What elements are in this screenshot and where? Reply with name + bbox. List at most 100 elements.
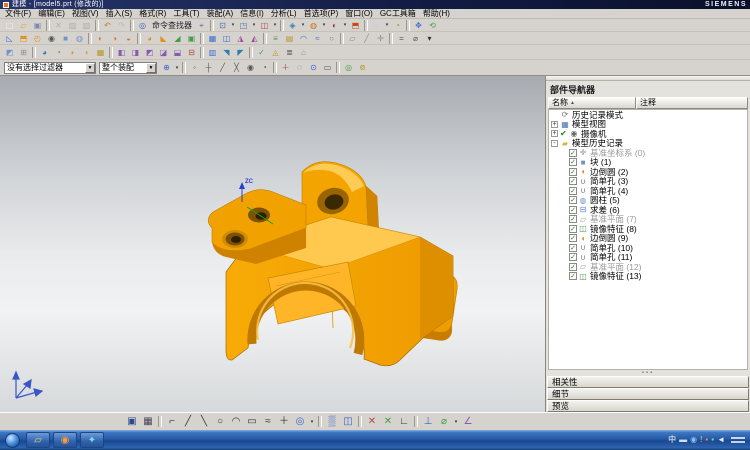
shell-icon[interactable]: ▣ [185, 33, 198, 44]
true-shading-icon[interactable]: ▣ [370, 20, 383, 31]
feature-checkbox[interactable]: ✓ [569, 244, 577, 252]
copy-icon[interactable]: ▨ [66, 20, 79, 31]
pattern-feature-icon[interactable]: ▦ [206, 33, 219, 44]
delete-face-icon[interactable]: ⊟ [185, 47, 198, 58]
geometric-constraints-icon[interactable]: ⊥ [421, 415, 435, 429]
feature-checkbox[interactable]: ✓ [569, 168, 577, 176]
revolve-icon[interactable]: ◴ [31, 33, 44, 44]
offset-surface-icon[interactable]: ≡ [269, 33, 282, 44]
tree-item-simple-hole-3[interactable]: ✓∪简单孔 (3) [549, 177, 747, 187]
rendering-style-dropdown[interactable]: ▾ [321, 22, 327, 28]
feature-checkbox[interactable]: ✓ [569, 177, 577, 185]
quick-extend-icon[interactable]: ✕ [381, 415, 395, 429]
model-3d[interactable] [0, 76, 546, 412]
feature-checkbox[interactable]: ✓ [569, 149, 577, 157]
expand-icon[interactable]: + [551, 130, 558, 137]
taskbar-clock[interactable] [731, 437, 745, 443]
window-dropdown[interactable]: ▾ [230, 22, 236, 28]
offset-curve-icon[interactable]: ◎ [293, 415, 307, 429]
through-curves-icon[interactable]: ◠ [297, 33, 310, 44]
feature-checkbox[interactable]: ✓ [569, 225, 577, 233]
measure-icon[interactable]: ⌀ [409, 33, 422, 44]
replace-face-icon[interactable]: ◪ [157, 47, 170, 58]
tree-item-datum-plane-12[interactable]: ✓▱基准平面 (12) [549, 262, 747, 272]
fit-view-icon[interactable]: ⬒ [349, 20, 362, 31]
menu-item-7[interactable]: 信息(I) [240, 8, 264, 19]
auto-dimension-dropdown[interactable]: ▾ [453, 419, 459, 425]
more-features-icon[interactable]: ▾ [423, 33, 436, 44]
deviation-gauge-icon[interactable]: ◥ [220, 47, 233, 58]
point-icon[interactable]: ＋ [277, 415, 291, 429]
collapse-icon[interactable]: - [551, 140, 558, 147]
arc-center-snap-icon[interactable]: ◉ [244, 62, 257, 73]
section-dependencies[interactable]: 相关性 [547, 376, 749, 388]
synchronous-move-face-icon[interactable]: ◧ [115, 47, 128, 58]
menu-item-1[interactable]: 编辑(E) [38, 8, 65, 19]
menu-item-4[interactable]: 格式(R) [139, 8, 166, 19]
tree-item-simple-hole-11[interactable]: ✓∪简单孔 (11) [549, 253, 747, 263]
chamfer-icon[interactable]: ◣ [157, 33, 170, 44]
tree-item-cylinder-5[interactable]: ✓◍圆柱 (5) [549, 196, 747, 206]
examine-geometry-icon[interactable]: ◬ [269, 47, 282, 58]
cylinder-icon[interactable]: ◍ [73, 33, 86, 44]
boolean-intersect-icon[interactable]: ◒ [122, 33, 135, 44]
snap-point-toggle-icon[interactable]: ⊕ [160, 62, 173, 73]
display-part-dropdown[interactable]: ▾ [251, 22, 257, 28]
mid-point-snap-icon[interactable]: ┼ [202, 62, 215, 73]
snap-point-toggle-dropdown[interactable]: ▾ [174, 65, 180, 71]
sketch-icon[interactable]: ◺ [3, 33, 16, 44]
show-constraints-icon[interactable]: ∠ [461, 415, 475, 429]
menu-item-11[interactable]: GC工具箱 [380, 8, 416, 19]
bounded-plane-snap-icon[interactable]: ▭ [321, 62, 334, 73]
column-header-comment[interactable]: 注释 [636, 97, 748, 109]
new-icon[interactable]: ▢ [3, 20, 16, 31]
section-preview[interactable]: 预览 [547, 400, 749, 412]
tree-item-edge-blend-2[interactable]: ✓◖边倒圆 (2) [549, 167, 747, 177]
line-icon[interactable]: ╱ [181, 415, 195, 429]
auto-dimension-icon[interactable]: ⌀ [437, 415, 451, 429]
datum-axis-icon[interactable]: ╱ [360, 33, 373, 44]
chevron-down-icon[interactable]: ▼ [85, 63, 95, 73]
top-selection-icon[interactable]: ⊚ [356, 62, 369, 73]
tree-item-edge-blend-9[interactable]: ✓◖边倒圆 (9) [549, 234, 747, 244]
taskbar-media-player[interactable]: ◉ [53, 432, 77, 448]
menu-item-10[interactable]: 窗口(O) [345, 8, 373, 19]
true-shading-dropdown[interactable]: ▾ [384, 22, 390, 28]
feature-checkbox[interactable]: ✓ [569, 206, 577, 214]
chevron-down-icon[interactable]: ▼ [146, 63, 156, 73]
tree-item-mirror-feature-8[interactable]: ✓◫镜像特征 (8) [549, 224, 747, 234]
control-point-snap-icon[interactable]: ╱ [216, 62, 229, 73]
feature-checkbox[interactable]: ✓ [569, 272, 577, 280]
datum-plane-icon[interactable]: ▱ [346, 33, 359, 44]
highlight-selection-icon[interactable]: ◎ [342, 62, 355, 73]
circle-icon[interactable]: ○ [213, 415, 227, 429]
mirror-curve-icon[interactable]: ◫ [341, 415, 355, 429]
menu-item-5[interactable]: 工具(T) [173, 8, 199, 19]
intersection-snap-icon[interactable]: ╳ [230, 62, 243, 73]
tree-item-block-1[interactable]: ✓■块 (1) [549, 158, 747, 168]
resize-blend-icon[interactable]: ⬓ [171, 47, 184, 58]
draft-icon[interactable]: ◢ [171, 33, 184, 44]
pattern-curve-icon[interactable]: ▒ [325, 415, 339, 429]
taskbar-nx-app[interactable]: ✦ [80, 432, 104, 448]
cut-icon[interactable]: ✕ [52, 20, 65, 31]
datum-csys-icon[interactable]: ✛ [374, 33, 387, 44]
menu-item-6[interactable]: 装配(A) [207, 8, 234, 19]
tree-item-datum-csys-0[interactable]: ✓✛基准坐标系 (0) [549, 148, 747, 158]
window-icon[interactable]: ⊡ [216, 20, 229, 31]
command-finder-icon[interactable]: ◎ [136, 20, 149, 31]
graphics-viewport[interactable]: ZC [0, 76, 546, 412]
feature-checkbox[interactable]: ✓ [569, 196, 577, 204]
quick-trim-icon[interactable]: ✕ [365, 415, 379, 429]
open-icon[interactable]: ▱ [17, 20, 30, 31]
end-point-snap-icon[interactable]: ◦ [188, 62, 201, 73]
command-finder-label[interactable]: 命令查找器 [150, 20, 194, 31]
arc-icon[interactable]: ╲ [197, 415, 211, 429]
pull-face-icon[interactable]: ◨ [129, 47, 142, 58]
menu-item-8[interactable]: 分析(L) [271, 8, 297, 19]
tray-update-icon[interactable]: ◉ [690, 431, 697, 449]
tree-item-datum-plane-7[interactable]: ✓▱基准平面 (7) [549, 215, 747, 225]
x-form-icon[interactable]: ▦ [94, 47, 107, 58]
assembly-constraints-icon[interactable]: ⊞ [17, 47, 30, 58]
boolean-unite-icon[interactable]: ◐ [94, 33, 107, 44]
